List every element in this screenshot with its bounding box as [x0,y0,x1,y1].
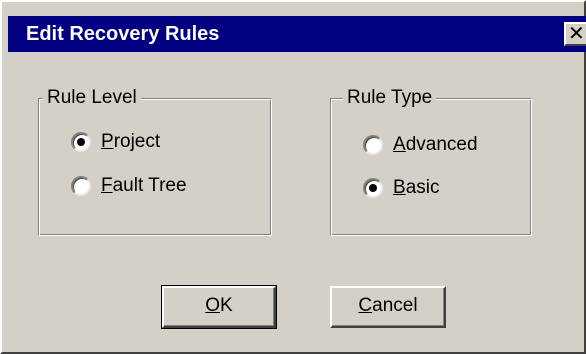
radio-project[interactable]: Project [71,129,251,157]
rule-level-group: Rule Level Project Fault Tree [38,86,272,236]
close-icon: ✕ [568,23,585,45]
radio-selected-dot [77,138,85,146]
radio-advanced[interactable]: Advanced [363,132,523,160]
radio-fault-tree-circle[interactable] [71,176,91,196]
title-bar[interactable]: Edit Recovery Rules ✕ [8,16,586,52]
rule-type-label: Rule Type [343,86,437,110]
cancel-button[interactable]: Cancel [330,286,446,328]
radio-project-circle[interactable] [71,132,91,152]
radio-advanced-circle[interactable] [363,135,383,155]
radio-advanced-label: Advanced [393,134,478,155]
radio-fault-tree[interactable]: Fault Tree [71,173,251,201]
radio-basic[interactable]: Basic [363,175,523,203]
radio-fault-tree-label: Fault Tree [101,175,187,196]
radio-basic-label: Basic [393,177,440,198]
rule-level-label: Rule Level [43,86,141,110]
edit-recovery-rules-dialog: Edit Recovery Rules ✕ Rule Level Project… [0,0,586,354]
close-button[interactable]: ✕ [564,22,586,46]
rule-type-group: Rule Type Advanced Basic [330,86,532,236]
ok-button[interactable]: OK [161,285,277,329]
window-title: Edit Recovery Rules [26,23,220,45]
radio-selected-dot [369,184,377,192]
radio-project-label: Project [101,131,161,152]
radio-basic-circle[interactable] [363,178,383,198]
